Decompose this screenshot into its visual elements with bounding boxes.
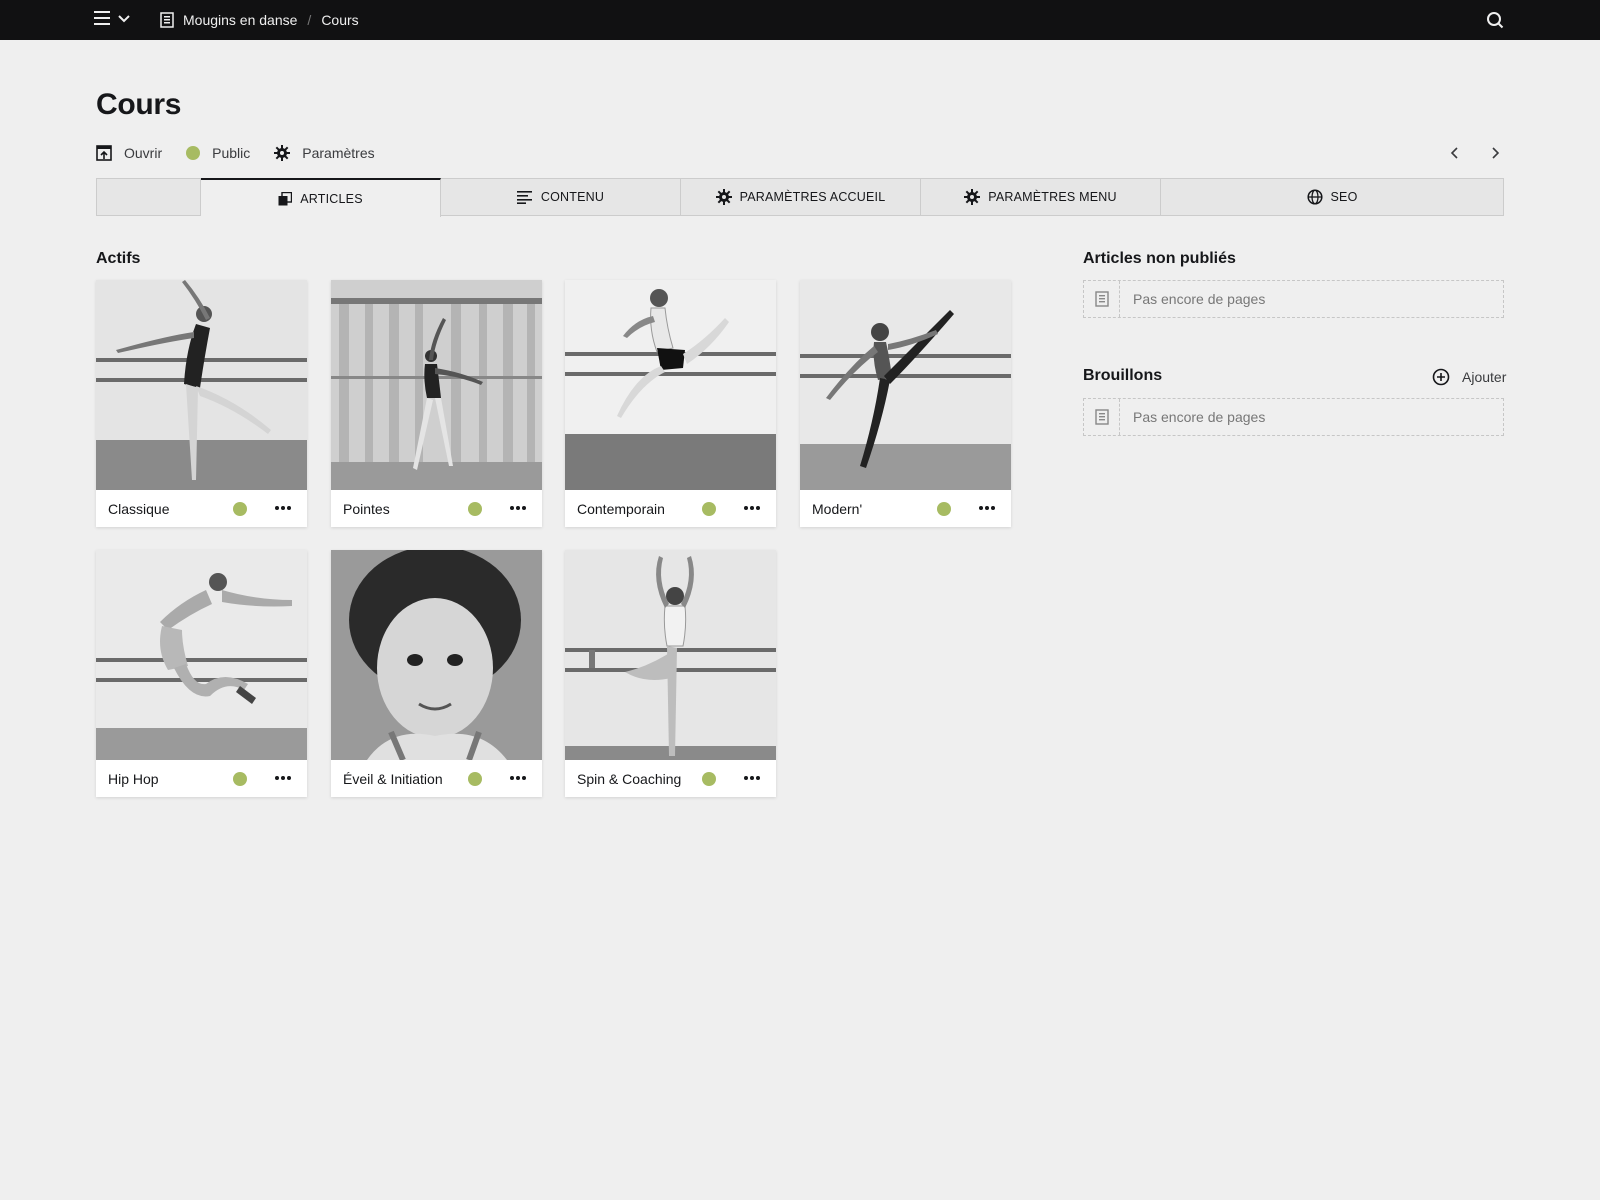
chevron-right-icon[interactable] xyxy=(1486,144,1504,162)
status-dot xyxy=(468,772,482,786)
more-options-icon[interactable] xyxy=(507,499,529,517)
page-icon xyxy=(1084,399,1120,435)
status-label: Public xyxy=(212,145,251,161)
status-dot xyxy=(233,772,247,786)
open-icon xyxy=(96,145,112,161)
tab-home-settings[interactable]: PARAMÈTRES ACCUEIL xyxy=(681,179,921,215)
empty-text: Pas encore de pages xyxy=(1133,291,1266,307)
tab-blank xyxy=(97,179,201,215)
status-dot xyxy=(937,502,951,516)
card-title: Éveil & Initiation xyxy=(343,771,443,787)
menu-toggle[interactable] xyxy=(94,10,136,30)
card-title: Hip Hop xyxy=(108,771,159,787)
tab-seo[interactable]: SEO xyxy=(1161,179,1503,215)
article-card[interactable]: Classique xyxy=(96,280,307,527)
card-footer: Modern' xyxy=(800,490,1011,527)
tab-seo-label: SEO xyxy=(1330,190,1358,204)
page-actions: Ouvrir Public Paramètres xyxy=(96,142,399,164)
chevron-left-icon[interactable] xyxy=(1446,144,1464,162)
card-footer: Classique xyxy=(96,490,307,527)
pager xyxy=(1446,144,1504,162)
more-options-icon[interactable] xyxy=(272,769,294,787)
settings-label: Paramètres xyxy=(302,145,375,161)
more-options-icon[interactable] xyxy=(507,769,529,787)
more-options-icon[interactable] xyxy=(976,499,998,517)
article-thumbnail xyxy=(96,280,307,490)
status-dot xyxy=(468,502,482,516)
tab-articles[interactable]: ARTICLES xyxy=(201,178,441,217)
globe-icon xyxy=(1306,189,1323,205)
tab-bar: ARTICLES CONTENU PARAMÈTRES ACCUEIL PARA… xyxy=(96,178,1504,217)
card-title: Modern' xyxy=(812,501,863,517)
status-dot xyxy=(702,502,716,516)
settings-button[interactable]: Paramètres xyxy=(274,145,375,161)
breadcrumb-site[interactable]: Mougins en danse xyxy=(183,12,297,28)
copy-icon xyxy=(278,191,293,206)
card-footer: Spin & Coaching xyxy=(565,760,776,797)
article-thumbnail xyxy=(565,280,776,490)
open-label: Ouvrir xyxy=(124,145,163,161)
tab-home-settings-label: PARAMÈTRES ACCUEIL xyxy=(739,190,886,204)
article-card[interactable]: Éveil & Initiation xyxy=(331,550,542,797)
drafts-section-title: Brouillons xyxy=(1083,367,1163,384)
tab-content-label: CONTENU xyxy=(540,190,605,204)
article-card[interactable]: Modern' xyxy=(800,280,1011,527)
breadcrumb-separator: / xyxy=(307,12,312,28)
status-dot xyxy=(702,772,716,786)
active-section-title: Actifs xyxy=(96,250,141,267)
card-title: Pointes xyxy=(343,501,390,517)
card-title: Classique xyxy=(108,501,170,517)
tab-menu-settings[interactable]: PARAMÈTRES MENU xyxy=(921,179,1161,215)
add-button[interactable]: Ajouter xyxy=(1432,368,1506,386)
card-title: Spin & Coaching xyxy=(577,771,682,787)
gear-icon xyxy=(274,145,291,161)
card-footer: Éveil & Initiation xyxy=(331,760,542,797)
article-thumbnail xyxy=(800,280,1011,490)
drafts-empty: Pas encore de pages xyxy=(1083,398,1504,436)
status-button[interactable]: Public xyxy=(186,145,250,161)
more-options-icon[interactable] xyxy=(741,769,763,787)
search-icon[interactable] xyxy=(1486,11,1504,29)
status-dot xyxy=(186,146,201,160)
page-icon xyxy=(160,12,174,28)
article-card[interactable]: Contemporain xyxy=(565,280,776,527)
article-card[interactable]: Pointes xyxy=(331,280,542,527)
gear-icon xyxy=(715,189,732,205)
status-dot xyxy=(233,502,247,516)
more-options-icon[interactable] xyxy=(741,499,763,517)
tab-menu-settings-label: PARAMÈTRES MENU xyxy=(988,190,1117,204)
article-card[interactable]: Spin & Coaching xyxy=(565,550,776,797)
article-thumbnail xyxy=(565,550,776,760)
card-footer: Hip Hop xyxy=(96,760,307,797)
plus-circle-icon xyxy=(1432,368,1450,386)
menu-icon xyxy=(94,10,112,31)
card-title: Contemporain xyxy=(577,501,665,517)
top-bar: Mougins en danse / Cours xyxy=(0,0,1600,40)
unpublished-section-title: Articles non publiés xyxy=(1083,250,1236,267)
empty-text: Pas encore de pages xyxy=(1133,409,1266,425)
tab-articles-label: ARTICLES xyxy=(300,191,363,206)
article-thumbnail xyxy=(331,280,542,490)
open-button[interactable]: Ouvrir xyxy=(96,145,162,161)
tab-content[interactable]: CONTENU xyxy=(441,179,681,215)
article-thumbnail xyxy=(331,550,542,760)
unpublished-empty: Pas encore de pages xyxy=(1083,280,1504,318)
breadcrumb: Mougins en danse / Cours xyxy=(160,0,359,40)
card-footer: Contemporain xyxy=(565,490,776,527)
breadcrumb-current[interactable]: Cours xyxy=(321,12,358,28)
chevron-down-icon xyxy=(118,11,130,29)
text-lines-icon xyxy=(516,190,533,204)
page-icon xyxy=(1084,281,1120,317)
card-footer: Pointes xyxy=(331,490,542,527)
more-options-icon[interactable] xyxy=(272,499,294,517)
page-title: Cours xyxy=(96,88,182,121)
article-card[interactable]: Hip Hop xyxy=(96,550,307,797)
article-thumbnail xyxy=(96,550,307,760)
add-label: Ajouter xyxy=(1462,369,1507,385)
gear-icon xyxy=(964,189,981,205)
